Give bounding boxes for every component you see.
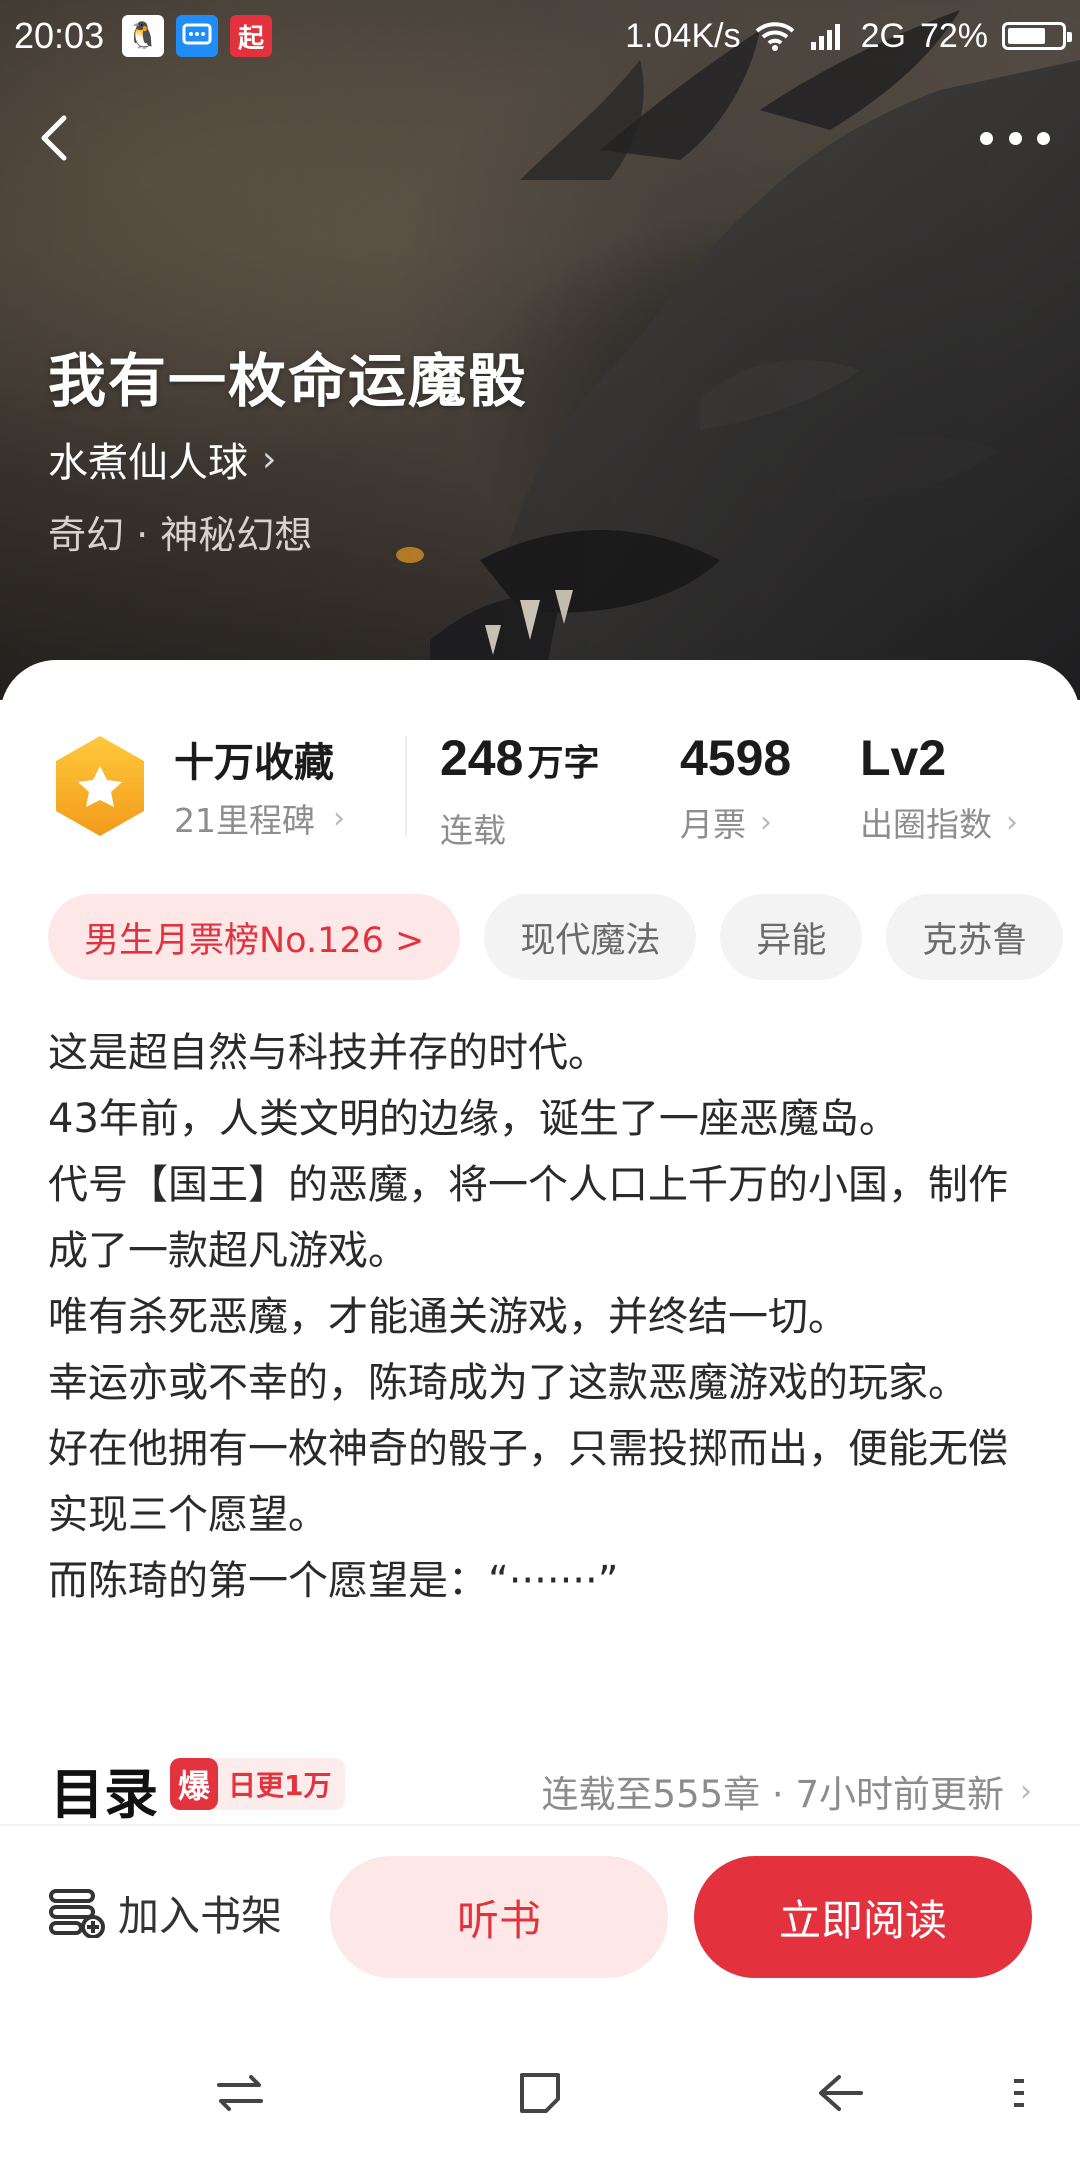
synopsis-line: 而陈琦的第一个愿望是：“·······” bbox=[48, 1558, 619, 1604]
synopsis-line: 唯有杀死恶魔，才能通关游戏，并终结一切。 bbox=[48, 1294, 848, 1340]
bookshelf-add-icon bbox=[49, 1889, 105, 1938]
tag-list: 男生月票榜No.126 > 现代魔法 异能 克苏鲁 bbox=[48, 894, 1064, 980]
add-to-shelf-button[interactable]: 加入书架 bbox=[48, 1882, 282, 1942]
chevron-left-icon bbox=[41, 115, 67, 161]
system-menu-button[interactable] bbox=[985, 2058, 1055, 2128]
book-title: 我有一枚命运魔骰 bbox=[48, 347, 529, 415]
tag-modern-magic[interactable]: 现代魔法 bbox=[484, 894, 697, 980]
influence-index-stat[interactable]: Lv2 出圈指数 › bbox=[860, 730, 1018, 846]
daily-update-label: 日更1万 bbox=[228, 1769, 332, 1802]
ranking-tag[interactable]: 男生月票榜No.126 > bbox=[48, 894, 461, 980]
chevron-right-icon: › bbox=[1020, 1773, 1032, 1809]
author-name: 水煮仙人球 bbox=[48, 440, 248, 486]
synopsis-line: 代号【国王】的恶魔，将一个人口上千万的小国，制作成了一款超凡游戏。 bbox=[48, 1162, 1008, 1274]
square-home-icon bbox=[520, 2073, 560, 2113]
more-dot-icon bbox=[980, 131, 993, 145]
system-back-button[interactable] bbox=[805, 2058, 875, 2128]
author-link[interactable]: 水煮仙人球 › bbox=[48, 430, 276, 488]
divider bbox=[0, 1824, 1080, 1826]
synopsis-line: 这是超自然与科技并存的时代。 bbox=[48, 1030, 608, 1076]
update-info: 连载至555章 · 7小时前更新 › bbox=[542, 1764, 1032, 1818]
serial-status: 连载 bbox=[440, 811, 506, 850]
more-options-button[interactable] bbox=[980, 118, 1050, 158]
status-bar: 20:03 🐧 起 1.04K/s 2G 72% bbox=[0, 0, 1080, 72]
collection-label: 十万收藏 bbox=[174, 740, 334, 786]
hot-icon: 爆 bbox=[170, 1758, 218, 1810]
wifi-icon bbox=[755, 22, 794, 51]
book-detail-card: 十万收藏 21里程碑 › 248 万字 连载 4598 月票 › Lv2 出圈指数 ›… bbox=[0, 660, 1080, 2160]
back-arrow-icon bbox=[819, 2075, 863, 2111]
milestones-label: 21里程碑 bbox=[174, 801, 315, 840]
book-genre: 奇幻 · 神秘幻想 bbox=[48, 513, 313, 557]
level-value: Lv2 bbox=[860, 730, 947, 786]
synopsis-line: 幸运亦或不幸的，陈琦成为了这款恶魔游戏的玩家。 bbox=[48, 1360, 968, 1406]
word-count-unit: 万字 bbox=[527, 743, 600, 784]
battery-percent: 72% bbox=[919, 16, 988, 55]
stats-row: 十万收藏 21里程碑 › 248 万字 连载 4598 月票 › Lv2 出圈指数 › bbox=[0, 720, 1080, 850]
word-count-value: 248 bbox=[440, 730, 524, 786]
monthly-tickets-value: 4598 bbox=[680, 730, 792, 786]
monthly-tickets-stat[interactable]: 4598 月票 › bbox=[680, 730, 791, 846]
battery-icon bbox=[1002, 22, 1072, 50]
star-badge-icon[interactable] bbox=[52, 734, 148, 838]
status-time: 20:03 bbox=[14, 15, 105, 56]
back-button[interactable] bbox=[28, 108, 88, 168]
network-type: 2G bbox=[860, 16, 906, 55]
network-speed: 1.04K/s bbox=[625, 16, 741, 55]
add-to-shelf-label: 加入书架 bbox=[118, 1892, 282, 1940]
daily-update-badge: 爆 日更1万 bbox=[170, 1758, 346, 1810]
divider bbox=[405, 736, 407, 836]
chevron-right-icon: › bbox=[760, 804, 772, 840]
listen-button[interactable]: 听书 bbox=[330, 1856, 668, 1978]
chevron-right-icon: › bbox=[1006, 804, 1018, 840]
system-nav-bar bbox=[0, 2030, 1080, 2150]
tag-cthulhu[interactable]: 克苏鲁 bbox=[886, 894, 1064, 980]
chevron-right-icon: › bbox=[333, 800, 345, 836]
swap-arrows-icon bbox=[217, 2075, 263, 2111]
read-now-button[interactable]: 立即阅读 bbox=[694, 1856, 1032, 1978]
book-synopsis[interactable]: 这是超自然与科技并存的时代。 43年前，人类文明的边缘，诞生了一座恶魔岛。 代号… bbox=[48, 1020, 1038, 1614]
level-label: 出圈指数 bbox=[860, 805, 992, 844]
more-dot-icon bbox=[1008, 131, 1022, 145]
update-text: 连载至555章 · 7小时前更新 bbox=[541, 1773, 1004, 1816]
synopsis-line: 好在他拥有一枚神奇的骰子，只需投掷而出，便能无偿实现三个愿望。 bbox=[48, 1426, 1008, 1538]
toc-title: 目录 bbox=[50, 1763, 158, 1826]
qidian-icon: 起 bbox=[230, 15, 273, 57]
tag-superpower[interactable]: 异能 bbox=[720, 894, 863, 980]
more-dot-icon bbox=[1037, 131, 1050, 145]
switch-apps-button[interactable] bbox=[205, 2058, 275, 2128]
milestones-link[interactable]: 21里程碑 › bbox=[174, 794, 345, 842]
signal-icon bbox=[810, 24, 840, 50]
action-bar: 加入书架 听书 立即阅读 bbox=[0, 1856, 1080, 1980]
qq-icon: 🐧 bbox=[122, 15, 165, 57]
monthly-tickets-label: 月票 bbox=[680, 805, 746, 844]
message-icon bbox=[176, 15, 219, 57]
synopsis-line: 43年前，人类文明的边缘，诞生了一座恶魔岛。 bbox=[48, 1096, 899, 1142]
menu-dots-icon bbox=[1014, 2079, 1024, 2107]
chevron-right-icon: › bbox=[262, 438, 277, 480]
word-count-stat: 248 万字 连载 bbox=[440, 730, 599, 852]
home-button[interactable] bbox=[505, 2058, 575, 2128]
